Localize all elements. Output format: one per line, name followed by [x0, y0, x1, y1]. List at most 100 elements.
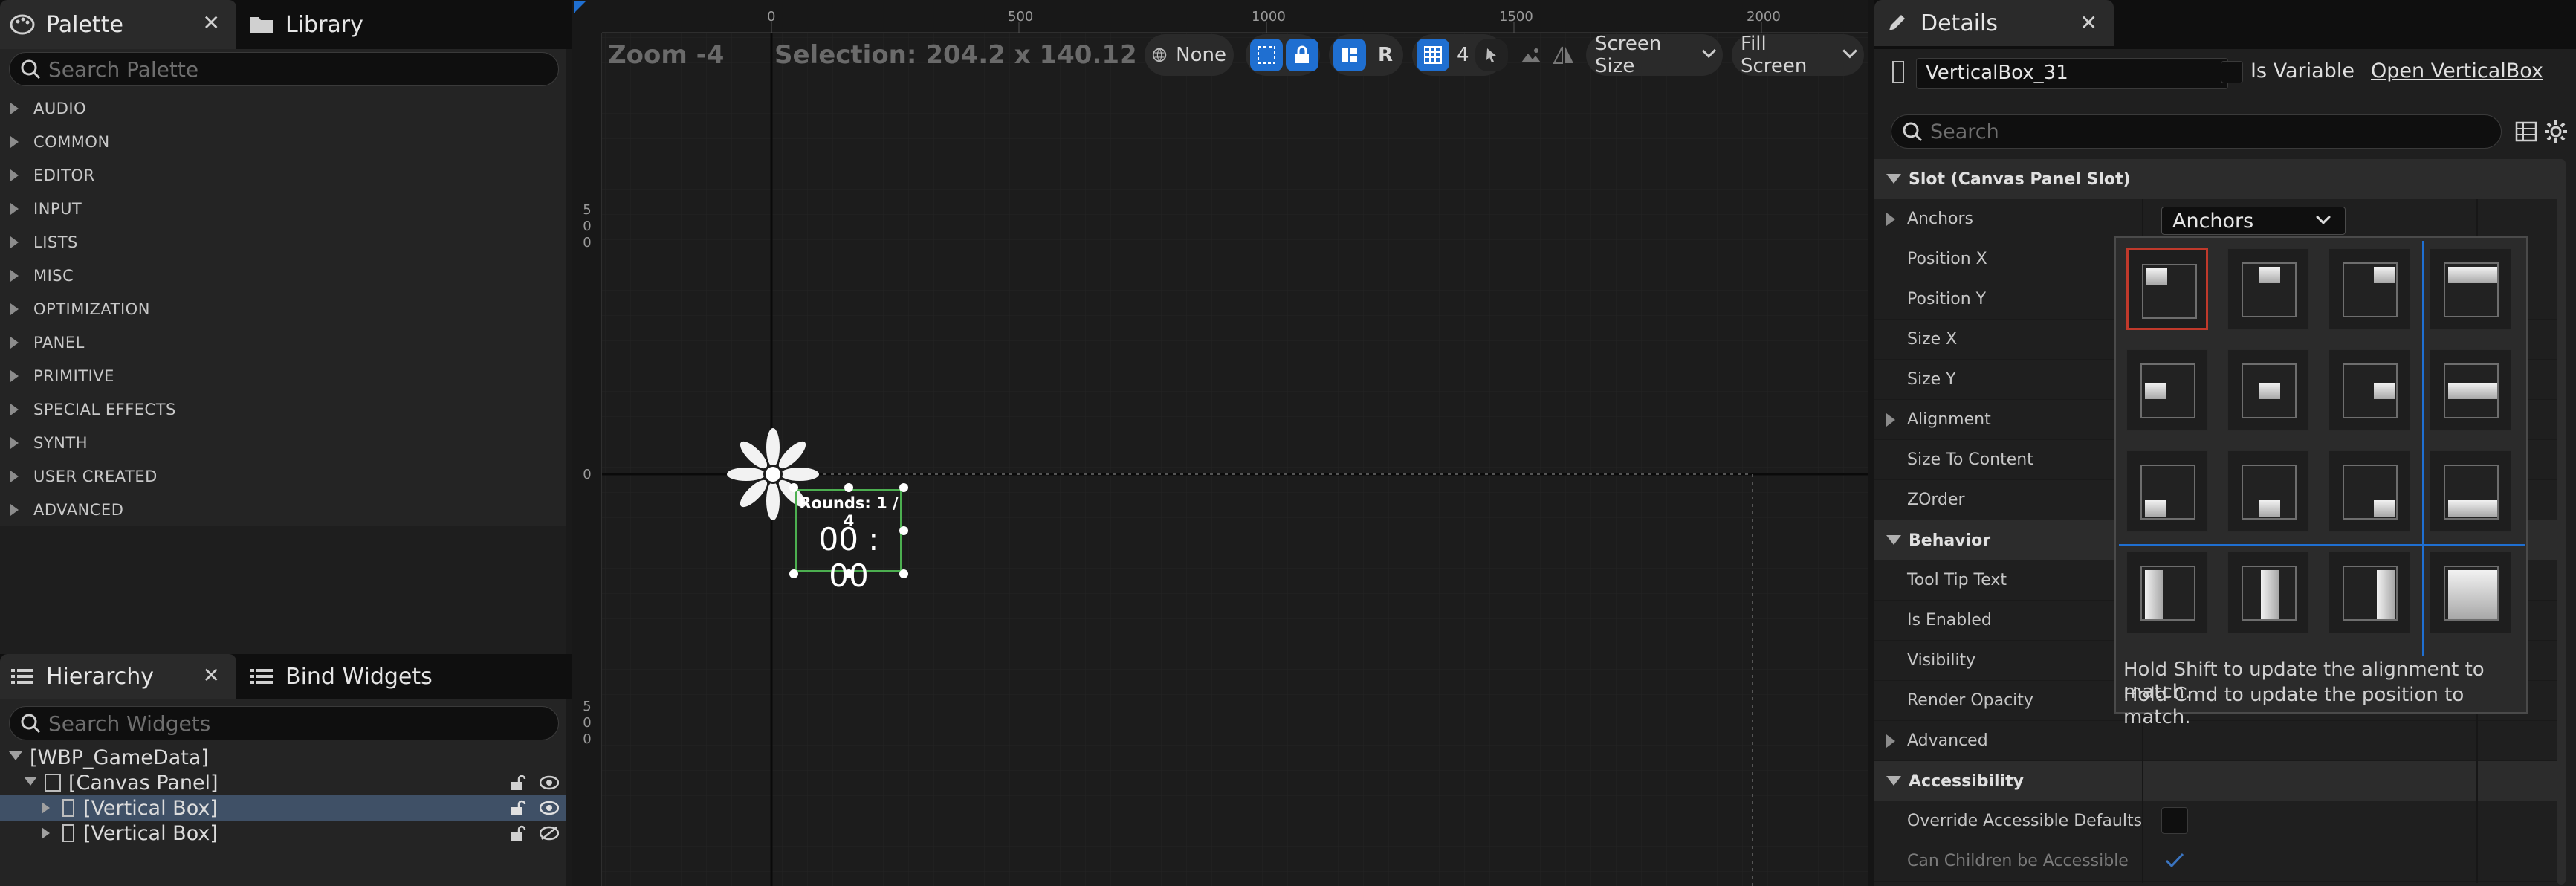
lock-button[interactable]	[1286, 39, 1318, 71]
visibility-eye-icon[interactable]	[540, 775, 559, 790]
anchor-bottom-left[interactable]	[2126, 450, 2208, 532]
tab-details[interactable]: Details ✕	[1874, 0, 2114, 46]
anchor-center-stretch[interactable]	[2430, 349, 2511, 431]
widget-name-input[interactable]: VerticalBox_31	[1916, 58, 2228, 89]
anchor-left-stretch[interactable]	[2126, 552, 2208, 633]
anchor-bottom-right[interactable]	[2329, 450, 2410, 532]
palette-search-input[interactable]: Search Palette	[9, 52, 559, 86]
anchor-center[interactable]	[2227, 349, 2309, 431]
anchor-bottom-center[interactable]	[2227, 450, 2309, 532]
table-view-icon[interactable]	[2515, 120, 2537, 143]
tree-item-vertical-box-selected[interactable]: [Vertical Box]	[0, 795, 566, 821]
settings-gear-icon[interactable]	[2543, 119, 2569, 144]
anchor-full-stretch[interactable]	[2430, 552, 2511, 633]
category-primitive[interactable]: PRIMITIVE	[0, 359, 566, 392]
anchor-vcenter-stretch[interactable]	[2227, 552, 2309, 633]
details-search-input[interactable]: Search	[1891, 114, 2502, 149]
tree-item-vertical-box[interactable]: [Vertical Box]	[0, 821, 566, 846]
resize-handle[interactable]	[899, 483, 908, 492]
anchor-divider	[2119, 544, 2525, 546]
anchor-top-center[interactable]	[2227, 248, 2309, 330]
hidden-eye-icon[interactable]	[540, 826, 559, 841]
fill-screen-dropdown[interactable]: Fill Screen	[1732, 33, 1864, 77]
category-lists[interactable]: LISTS	[0, 225, 566, 259]
unlock-icon[interactable]	[510, 825, 526, 841]
respect-locks-button[interactable]: R	[1369, 39, 1402, 71]
tab-hierarchy[interactable]: Hierarchy ✕	[0, 654, 236, 699]
palette-tabbar: Palette ✕ Library	[0, 0, 572, 49]
anchor-top-right[interactable]	[2329, 248, 2410, 330]
details-tabbar: Details ✕	[1874, 0, 2576, 49]
category-editor[interactable]: EDITOR	[0, 158, 566, 192]
category-input[interactable]: INPUT	[0, 192, 566, 225]
category-panel[interactable]: PANEL	[0, 326, 566, 359]
category-label: EDITOR	[33, 166, 95, 184]
category-optimization[interactable]: OPTIMIZATION	[0, 292, 566, 326]
tree-item-label: [WBP_GameData]	[30, 746, 209, 769]
widget-search-placeholder: Search Widgets	[48, 711, 211, 736]
ruler-label: 1500	[1499, 9, 1533, 25]
category-common[interactable]: COMMON	[0, 125, 566, 158]
tree-item-root[interactable]: [WBP_GameData]	[0, 745, 566, 770]
ruler-label: 1000	[1252, 9, 1286, 25]
prop-label: Position Y	[1907, 290, 1987, 308]
anchor-top-stretch[interactable]	[2430, 248, 2511, 330]
category-audio[interactable]: AUDIO	[0, 91, 566, 125]
is-variable-checkbox[interactable]	[2221, 61, 2243, 83]
marquee-select-button[interactable]	[1250, 39, 1283, 71]
close-icon[interactable]: ✕	[2080, 10, 2097, 35]
chevron-down-icon	[1702, 43, 1717, 58]
anchor-top-left[interactable]	[2126, 248, 2208, 330]
cursor-tool-button[interactable]	[1475, 39, 1508, 71]
widget-search-input[interactable]: Search Widgets	[9, 706, 559, 740]
anchor-right-stretch[interactable]	[2329, 552, 2410, 633]
resize-handle[interactable]	[844, 569, 853, 578]
ruler-digit: 0	[583, 235, 592, 250]
section-slot[interactable]: Slot (Canvas Panel Slot)	[1874, 159, 2561, 199]
category-advanced[interactable]: ADVANCED	[0, 493, 566, 526]
resize-handle[interactable]	[899, 526, 908, 535]
category-synth[interactable]: SYNTH	[0, 426, 566, 459]
layout-mode-button[interactable]	[1333, 39, 1366, 71]
anchors-dropdown[interactable]: Anchors	[2161, 207, 2346, 235]
anchor-bottom-stretch[interactable]	[2430, 450, 2511, 532]
tab-library[interactable]: Library	[239, 0, 425, 49]
expand-arrow-icon	[1886, 413, 1895, 427]
override-accessible-checkbox[interactable]	[2161, 807, 2188, 834]
category-label: ADVANCED	[33, 500, 124, 519]
designer-canvas[interactable]: 0 500 1000 1500 2000 5 0 0 0 5 0 0 Zoom …	[572, 0, 1868, 886]
visibility-eye-icon[interactable]	[540, 801, 559, 815]
category-misc[interactable]: MISC	[0, 259, 566, 292]
tree-item-canvas-panel[interactable]: [Canvas Panel]	[0, 770, 566, 795]
grid-snap-button[interactable]	[1417, 39, 1449, 71]
checkmark-icon[interactable]	[2164, 852, 2185, 870]
details-scrollbar[interactable]	[2557, 159, 2566, 885]
flip-button[interactable]	[1547, 39, 1580, 71]
canvas-panel-icon	[45, 774, 61, 792]
screen-size-dropdown[interactable]: Screen Size	[1586, 33, 1723, 77]
resize-handle[interactable]	[789, 483, 798, 492]
tab-palette[interactable]: Palette ✕	[0, 0, 236, 49]
resize-handle[interactable]	[899, 569, 908, 578]
tab-bind-widgets[interactable]: Bind Widgets	[239, 654, 462, 699]
anchor-center-right[interactable]	[2329, 349, 2410, 431]
expand-arrow-icon	[10, 202, 19, 215]
resize-handle[interactable]	[844, 483, 853, 492]
localization-preview-button[interactable]: None	[1145, 34, 1234, 76]
category-user-created[interactable]: USER CREATED	[0, 459, 566, 493]
image-preview-button[interactable]	[1515, 39, 1547, 71]
collapse-arrow-icon	[1886, 776, 1901, 786]
close-icon[interactable]: ✕	[203, 663, 220, 688]
unlock-icon[interactable]	[510, 775, 526, 791]
grid-snap-value[interactable]: 4	[1457, 44, 1469, 66]
close-icon[interactable]: ✕	[203, 10, 220, 35]
open-verticalbox-link[interactable]: Open VerticalBox	[2371, 59, 2543, 83]
prop-override-accessible[interactable]: Override Accessible Defaults	[1874, 801, 2561, 841]
resize-handle[interactable]	[789, 569, 798, 578]
prop-children-accessible[interactable]: Can Children be Accessible	[1874, 841, 2561, 882]
category-special-effects[interactable]: SPECIAL EFFECTS	[0, 392, 566, 426]
section-accessibility[interactable]: Accessibility	[1874, 761, 2561, 801]
unlock-icon[interactable]	[510, 800, 526, 816]
anchor-center-left[interactable]	[2126, 349, 2208, 431]
hierarchy-tabbar: Hierarchy ✕ Bind Widgets	[0, 654, 572, 699]
